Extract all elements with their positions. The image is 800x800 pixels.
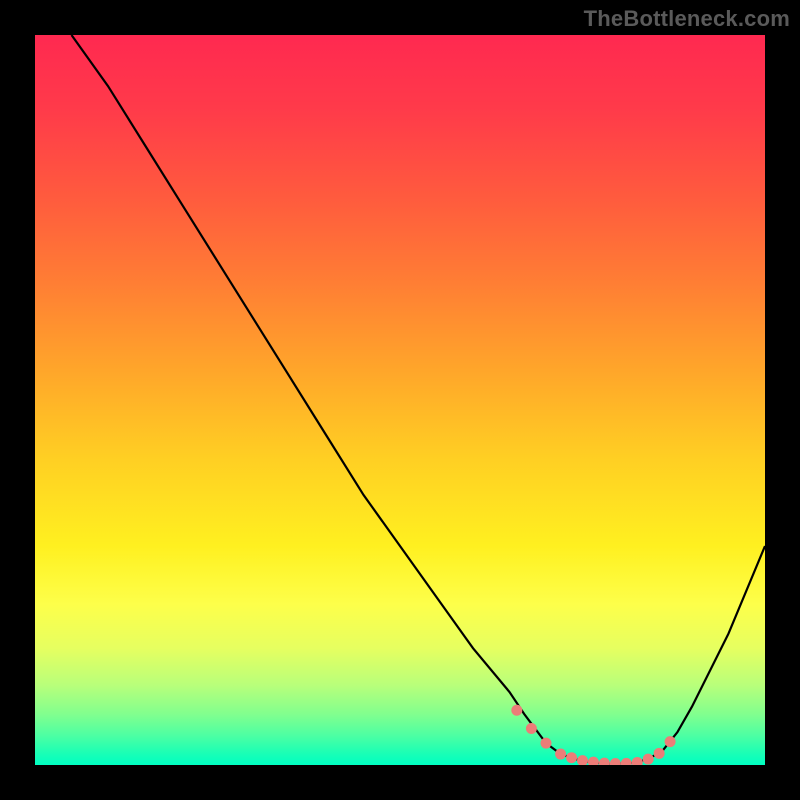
curve-marker — [526, 724, 536, 734]
plot-area — [35, 35, 765, 765]
curve-marker — [599, 758, 609, 765]
chart-container: TheBottleneck.com — [0, 0, 800, 800]
chart-svg — [35, 35, 765, 765]
watermark-text: TheBottleneck.com — [584, 6, 790, 32]
curve-marker — [556, 749, 566, 759]
curve-marker — [632, 757, 642, 765]
curve-marker — [654, 748, 664, 758]
curve-marker — [541, 738, 551, 748]
curve-marker — [665, 737, 675, 747]
curve-marker — [610, 759, 620, 765]
curve-marker — [588, 757, 598, 765]
marker-group — [512, 705, 675, 765]
curve-marker — [578, 756, 588, 765]
bottleneck-curve-path — [72, 35, 766, 764]
curve-marker — [567, 753, 577, 763]
curve-marker — [621, 758, 631, 765]
curve-marker — [643, 754, 653, 764]
curve-marker — [512, 705, 522, 715]
